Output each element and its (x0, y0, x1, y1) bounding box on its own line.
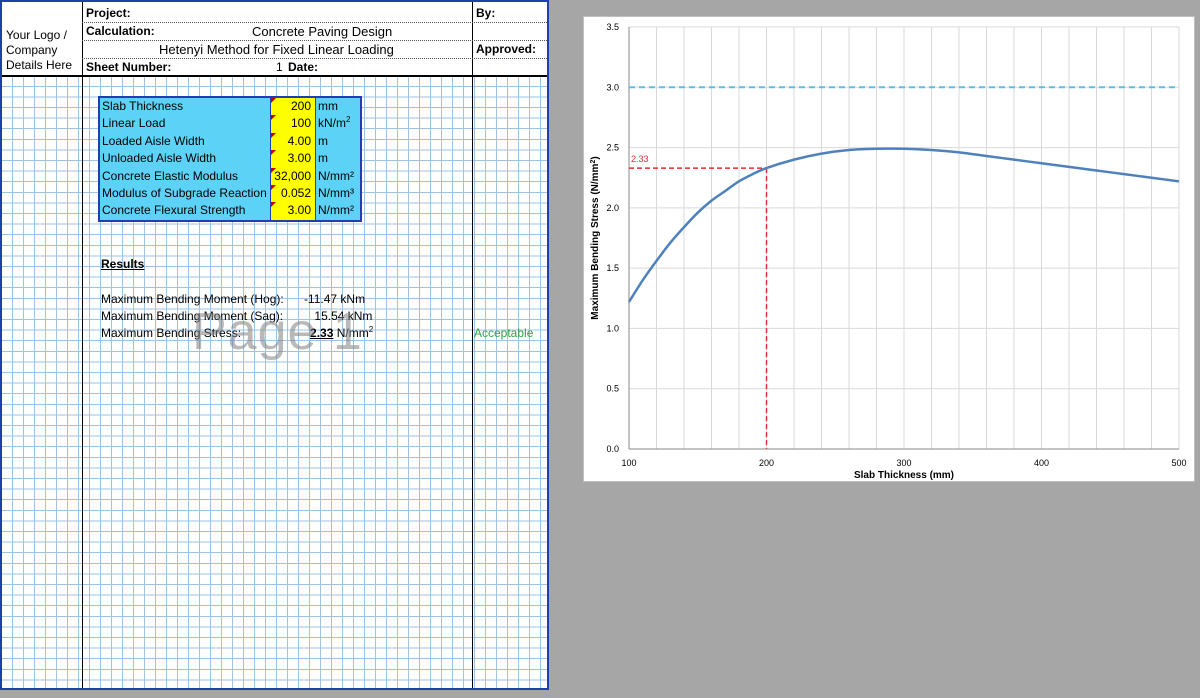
status-badge: Acceptable (474, 326, 534, 340)
x-tick-label: 100 (621, 458, 636, 468)
calculation-title: Concrete Paving Design (252, 24, 393, 39)
logo-line: Company (6, 43, 58, 57)
header-row-line (82, 22, 547, 23)
input-label: Unloaded Aisle Width (102, 151, 217, 166)
y-tick-label: 3.5 (606, 22, 619, 32)
y-tick-label: 2.5 (606, 143, 619, 153)
design-inputs-table: Slab Thickness 200 mm Linear Load 100 kN… (98, 96, 362, 222)
y-tick-label: 0.0 (606, 444, 619, 454)
sheet-number-value[interactable]: 1 (276, 60, 283, 74)
input-unit: m (318, 133, 328, 148)
input-value-linear-load[interactable]: 100 (270, 115, 316, 133)
input-label: Loaded Aisle Width (102, 133, 205, 148)
input-unit: mm (318, 99, 338, 113)
y-tick-label: 1.0 (606, 323, 619, 333)
approved-label: Approved: (476, 42, 536, 56)
input-unit: N/mm² (318, 203, 354, 218)
x-tick-label: 500 (1171, 458, 1186, 468)
by-label: By: (476, 6, 496, 20)
y-tick-label: 1.5 (606, 263, 619, 273)
header-row-line (82, 40, 547, 41)
calculation-subtitle: Hetenyi Method for Fixed Linear Loading (159, 42, 394, 57)
input-unit: kN/m2 (316, 115, 360, 132)
input-value-loaded-aisle-width[interactable]: 4.00 (270, 132, 316, 151)
company-logo-placeholder: Your Logo / Company Details Here (6, 28, 72, 73)
input-unit: m (318, 151, 328, 166)
y-axis-title-suffix: ) (590, 156, 601, 159)
input-unit: N/mm³ (318, 185, 354, 200)
input-row: Unloaded Aisle Width 3.00 m (100, 150, 360, 168)
signoff-column-divider (472, 2, 473, 688)
logo-line: Your Logo / (6, 28, 67, 42)
sheet-header: Your Logo / Company Details Here Project… (2, 2, 547, 77)
input-label: Concrete Elastic Modulus (102, 168, 239, 183)
input-value-elastic-modulus[interactable]: 32,000 (270, 167, 316, 185)
stress-chart[interactable]: 0.0 0.5 1.0 1.5 2.0 2.5 3.0 3.5 100 200 300 400 500 … (583, 16, 1195, 482)
x-axis-title: Slab Thickness (mm) (854, 470, 954, 481)
input-label: Modulus of Subgrade Reaction (102, 185, 267, 200)
logo-column-divider (82, 2, 83, 688)
page-watermark: Page 1 (192, 303, 363, 361)
y-tick-label: 3.0 (606, 82, 619, 92)
y-axis-title: Maximum Bending Stress (N/mm2) (590, 156, 602, 319)
calculation-sheet: Your Logo / Company Details Here Project… (0, 0, 549, 690)
x-tick-label: 400 (1034, 458, 1049, 468)
header-row-line (82, 58, 547, 59)
input-label: Concrete Flexural Strength (102, 203, 246, 218)
input-unit-text: kN/m (318, 116, 346, 131)
x-tick-label: 200 (759, 458, 774, 468)
results-heading: Results (101, 257, 145, 271)
input-label: Slab Thickness (102, 99, 184, 113)
input-value-subgrade-modulus[interactable]: 0.052 (270, 184, 316, 203)
input-value-unloaded-aisle-width[interactable]: 3.00 (270, 150, 316, 168)
result-unit-sup: 2 (368, 325, 374, 334)
logo-line: Details Here (6, 58, 73, 72)
chart-tick-labels: 0.0 0.5 1.0 1.5 2.0 2.5 3.0 3.5 100 200 300 400 500 (606, 22, 1186, 468)
input-row: Linear Load 100 kN/m2 (100, 115, 360, 133)
input-row: Slab Thickness 200 mm (100, 98, 360, 116)
design-point-label: 2.33 (631, 154, 649, 164)
y-tick-label: 2.0 (606, 203, 619, 213)
date-label: Date: (288, 60, 319, 74)
input-unit: N/mm² (318, 168, 354, 183)
input-row: Loaded Aisle Width 4.00 m (100, 132, 360, 151)
input-unit-sup: 2 (346, 115, 351, 125)
input-value-flexural-strength[interactable]: 3.00 (270, 202, 316, 220)
input-row: Modulus of Subgrade Reaction 0.052 N/mm³ (100, 184, 360, 203)
input-value-slab-thickness[interactable]: 200 (270, 98, 316, 116)
input-row: Concrete Flexural Strength 3.00 N/mm² (100, 202, 360, 220)
chart-svg: 0.00.51.01.52.02.53.03.5100 200 300 400 500 … (590, 22, 1187, 481)
input-label: Linear Load (102, 116, 166, 131)
y-tick-label: 0.5 (606, 384, 619, 394)
project-label: Project: (86, 6, 131, 20)
chart-gridlines (628, 26, 1180, 450)
input-row: Concrete Elastic Modulus 32,000 N/mm² (100, 167, 360, 185)
sheet-number-label: Sheet Number: (86, 60, 172, 74)
x-tick-label: 300 (896, 458, 911, 468)
calculation-label: Calculation: (86, 24, 155, 38)
